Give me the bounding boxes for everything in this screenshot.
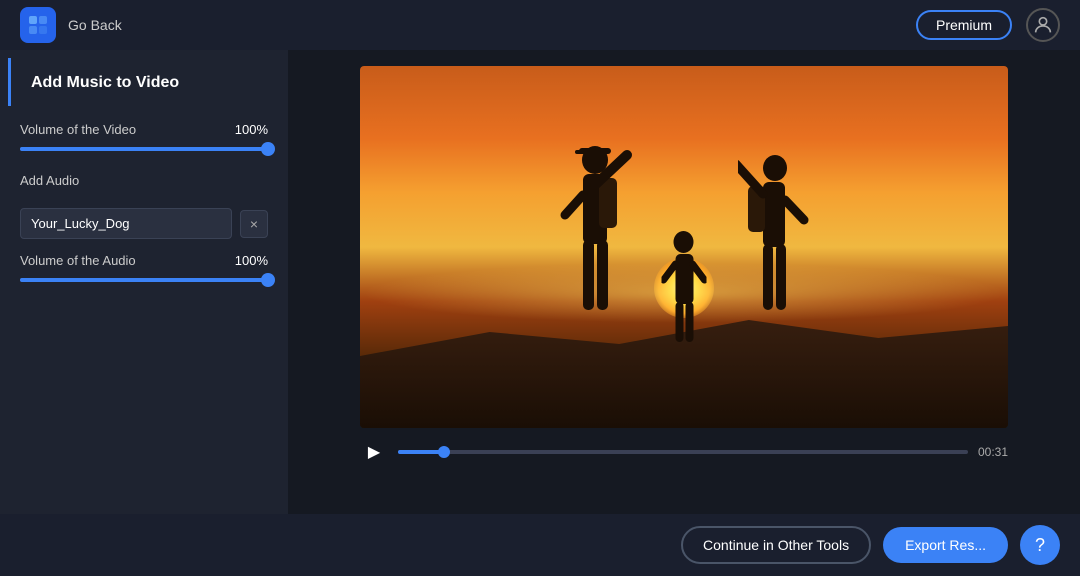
volume-audio-slider[interactable]	[20, 278, 268, 282]
go-back-link[interactable]: Go Back	[68, 17, 122, 33]
sidebar-content: Volume of the Video 100% Add Audio ×	[0, 106, 288, 316]
clear-audio-button[interactable]: ×	[240, 210, 268, 238]
volume-video-slider[interactable]	[20, 147, 268, 151]
add-audio-label: Add Audio	[20, 173, 79, 188]
help-button[interactable]: ?	[1020, 525, 1060, 565]
footer: Continue in Other Tools Export Res... ?	[0, 514, 1080, 576]
volume-video-value: 100%	[235, 122, 268, 137]
premium-button[interactable]: Premium	[916, 10, 1012, 40]
volume-video-row: Volume of the Video 100%	[20, 122, 268, 137]
volume-audio-track	[20, 278, 268, 282]
video-preview	[360, 66, 1008, 428]
header: Go Back Premium	[0, 0, 1080, 50]
export-button[interactable]: Export Res...	[883, 527, 1008, 563]
user-avatar[interactable]	[1026, 8, 1060, 42]
video-area: ▶ 00:31	[288, 50, 1080, 514]
volume-audio-row: Volume of the Audio 100%	[20, 253, 268, 268]
volume-audio-thumb[interactable]	[261, 273, 275, 287]
volume-video-track	[20, 147, 268, 151]
sidebar-title: Add Music to Video	[31, 74, 179, 92]
video-controls: ▶ 00:31	[360, 428, 1008, 470]
progress-bar[interactable]	[398, 450, 968, 454]
volume-video-label: Volume of the Video	[20, 122, 136, 137]
volume-video-fill	[20, 147, 268, 151]
figure-right	[738, 150, 813, 350]
volume-audio-value: 100%	[235, 253, 268, 268]
time-display: 00:31	[978, 445, 1008, 459]
continue-button[interactable]: Continue in Other Tools	[681, 526, 871, 564]
figure-child	[662, 228, 707, 348]
sidebar: Add Music to Video Volume of the Video 1…	[0, 50, 288, 514]
progress-thumb[interactable]	[438, 446, 450, 458]
volume-audio-fill	[20, 278, 268, 282]
header-right: Premium	[916, 8, 1060, 42]
audio-input-row: ×	[20, 208, 268, 239]
volume-video-thumb[interactable]	[261, 142, 275, 156]
video-container	[360, 66, 1008, 428]
play-button[interactable]: ▶	[360, 438, 388, 466]
figure-left	[555, 140, 635, 350]
volume-audio-label: Volume of the Audio	[20, 253, 136, 268]
question-icon: ?	[1035, 535, 1045, 556]
main-content: Add Music to Video Volume of the Video 1…	[0, 50, 1080, 514]
play-icon: ▶	[368, 442, 380, 462]
sidebar-title-bar: Add Music to Video	[8, 58, 288, 106]
audio-file-input[interactable]	[20, 208, 232, 239]
add-audio-section: Add Audio	[20, 169, 268, 198]
header-left: Go Back	[20, 7, 122, 43]
app-logo	[20, 7, 56, 43]
